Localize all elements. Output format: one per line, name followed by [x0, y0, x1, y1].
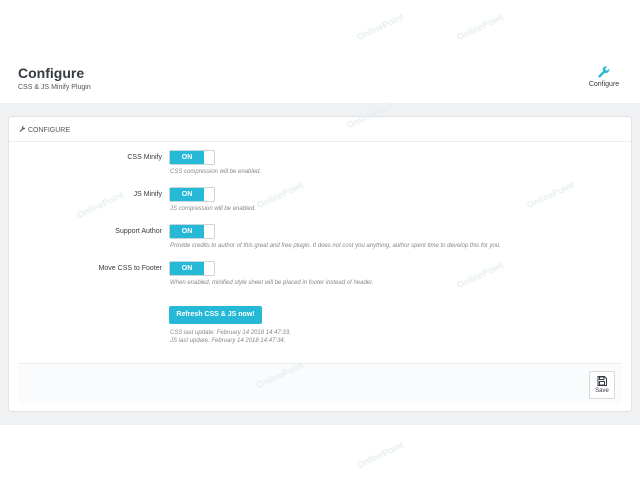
support-author-label: Support Author [115, 228, 162, 235]
panel-heading-label: CONFIGURE [28, 127, 70, 134]
move-css-footer-switch[interactable]: ON [169, 261, 215, 276]
support-author-help: Provide credits to author of this great … [170, 243, 501, 249]
js-last-update: JS last update: February 14 2018 14:47:3… [170, 338, 286, 344]
configure-toolbar-button[interactable]: Configure [584, 64, 624, 94]
js-minify-label: JS Minify [133, 191, 162, 198]
watermark: OnlinePoint [355, 439, 406, 471]
js-minify-help: JS compression will be enabled. [170, 206, 256, 212]
move-css-footer-help: When enabled, minified style sheet will … [170, 280, 374, 286]
js-minify-switch[interactable]: ON [169, 187, 215, 202]
page-header: Configure CSS & JS Minify Plugin Configu… [0, 0, 640, 103]
refresh-css-js-button[interactable]: Refresh CSS & JS now! [169, 306, 262, 324]
page-title: Configure [18, 65, 85, 81]
move-css-footer-switch-on: ON [170, 262, 204, 275]
configure-toolbar-label: Configure [588, 81, 620, 88]
panel-heading: CONFIGURE [9, 117, 631, 142]
css-minify-switch[interactable]: ON [169, 150, 215, 165]
move-css-footer-label: Move CSS to Footer [98, 265, 162, 272]
floppy-disk-icon [597, 376, 607, 386]
css-minify-switch-on: ON [170, 151, 204, 164]
wrench-icon [19, 126, 26, 132]
save-label: Save [595, 388, 609, 394]
css-last-update: CSS last update: February 14 2018 14:47:… [170, 330, 291, 336]
panel-footer [18, 363, 622, 404]
support-author-switch[interactable]: ON [169, 224, 215, 239]
support-author-switch-on: ON [170, 225, 204, 238]
css-minify-help: CSS compression will be enabled. [170, 169, 262, 175]
wrench-icon [598, 66, 610, 78]
css-minify-label: CSS Minify [127, 154, 162, 161]
js-minify-switch-on: ON [170, 188, 204, 201]
page-subtitle: CSS & JS Minify Plugin [18, 84, 91, 91]
save-button[interactable]: Save [589, 371, 615, 399]
